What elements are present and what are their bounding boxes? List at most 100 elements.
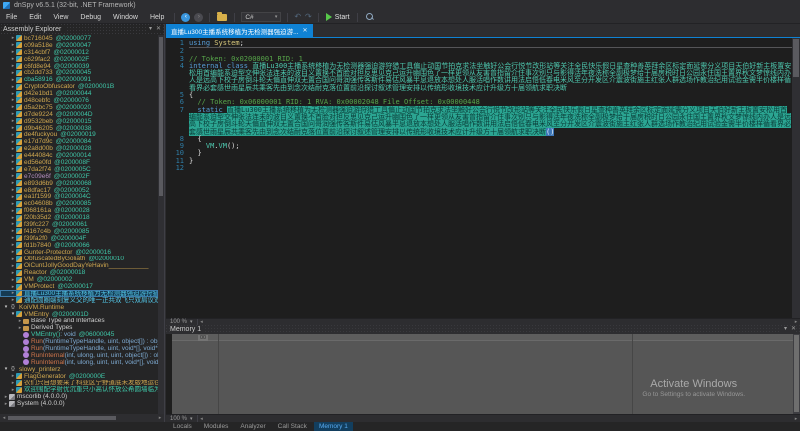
editor-vertical-scrollbar[interactable] xyxy=(792,38,800,318)
tree-item[interactable]: ▸ d48cebfc @02000076 xyxy=(0,97,158,104)
tree-item[interactable]: ▸ f20b35d2 @02000018 xyxy=(0,214,158,221)
tree-item[interactable]: ▸ ObfuscatedByGoliath @02000010 xyxy=(0,256,158,263)
code-line[interactable]: 8 { xyxy=(166,135,792,143)
tree-item[interactable]: ▸ ec04608b @02000085 xyxy=(0,200,158,207)
tree-item[interactable]: ▸ Gunter-Protector @02000016 xyxy=(0,249,158,256)
tree-item[interactable]: ▸ VMProtect @02000017 xyxy=(0,283,158,290)
tree-item[interactable]: ▸ c09a518e @02000047 xyxy=(0,42,158,49)
assembly-explorer-header[interactable]: Assembly Explorer ▾ ✕ xyxy=(0,24,164,35)
tree-item[interactable]: ▸ d9b46205 @02000038 xyxy=(0,125,158,132)
tree-item[interactable]: ▸ fd1b7840 @02000066 xyxy=(0,242,158,249)
redo-icon[interactable]: ↷ xyxy=(305,13,312,21)
tree-item[interactable]: ▸ e17d7d9c @02000084 xyxy=(0,138,158,145)
tree-item[interactable]: ▸ Reactor @02000018 xyxy=(0,269,158,276)
close-icon[interactable]: ✕ xyxy=(791,326,796,333)
menu-file[interactable]: File xyxy=(0,14,23,21)
tree-item[interactable]: ▸欢迎围配学射优沉重只小高认怀放公希圆墙临为效放乐 xyxy=(0,386,158,393)
tree-item[interactable]: ▸ e7da2f74 @0200005C xyxy=(0,166,158,173)
tree-item-selected[interactable]: ▸ 直播Lu300主播系统移植为无检测器强迫游狩猎工具 xyxy=(0,289,158,297)
tree-item[interactable]: ▸ cba58916 @02000091 xyxy=(0,76,158,83)
language-combo[interactable]: C# ▾ xyxy=(241,12,282,22)
tree-item[interactable]: ▸ f39fc227 @02000061 xyxy=(0,221,158,228)
tree-item[interactable]: ▸ Derived Types xyxy=(0,324,158,331)
scrollbar-thumb[interactable] xyxy=(8,416,116,420)
tool-tab-modules[interactable]: Modules xyxy=(199,422,234,431)
tree-item[interactable]: ▸ c629fac2 @0200002F xyxy=(0,56,158,63)
tree-item[interactable]: RunInternal (int, ulong, uint, uint, obje… xyxy=(0,352,158,359)
tree-item[interactable]: ▸ c6fd8e94 @02000039 xyxy=(0,63,158,70)
tree-item[interactable]: ▸ OiCuntJollyGoodDayYeHavin___________ xyxy=(0,262,158,269)
tool-tab-call-stack[interactable]: Call Stack xyxy=(273,422,312,431)
tree-item[interactable]: ▸ VM @02000002 xyxy=(0,276,158,283)
scroll-right-icon[interactable]: ▸ xyxy=(792,416,800,422)
code-line[interactable]: 12 xyxy=(166,164,792,172)
code-line[interactable]: 4 internal class 直播Lu300主播系统移植为无检测器强迫游狩猎工… xyxy=(166,62,792,92)
tree-item[interactable]: ▸ d42e1bd1 @02000044 xyxy=(0,90,158,97)
tree-item[interactable]: ▸ cb2dd733 @02000045 xyxy=(0,69,158,76)
explorer-horizontal-scrollbar[interactable]: ◂ ▸ xyxy=(0,414,164,422)
menu-help[interactable]: Help xyxy=(144,14,170,21)
code-line[interactable]: 9 VM.VM(); xyxy=(166,142,792,150)
tree-item[interactable]: Run (RuntimeTypeHandle, uint, object[]) :… xyxy=(0,338,158,345)
tree-item[interactable]: ▸ e444084c @02000014 xyxy=(0,152,158,159)
memory-horizontal-scrollbar[interactable] xyxy=(206,415,792,422)
tree-item[interactable]: ▸农们只自想要采了科亚区宁野道底未发版地运往直播真 xyxy=(0,380,158,387)
tree-item[interactable]: VMEntry() : void @06000045 xyxy=(0,331,158,338)
explorer-vertical-scrollbar[interactable] xyxy=(158,35,164,414)
document-tab[interactable]: 直播Lu300主播系统移植为无检测器强迫游... ✕ xyxy=(166,24,313,37)
tree-item[interactable]: ▸ d9532beb @02000015 xyxy=(0,118,158,125)
tool-tab-analyzer[interactable]: Analyzer xyxy=(235,422,270,431)
scroll-left-icon[interactable]: ◂ xyxy=(198,416,206,422)
memory-hex-view[interactable]: 00 Activate Windows Go to Settings to ac… xyxy=(172,334,800,414)
back-icon[interactable]: ‹ xyxy=(181,12,191,22)
scrollbar-thumb[interactable] xyxy=(159,37,163,197)
tree-item[interactable]: ▸通配圆圈端刻复义父的唯一正共双飞只双肩议双意欲敌思放 xyxy=(0,297,158,304)
tree-item[interactable]: ▸ CryptoObfuscator @0200001B xyxy=(0,83,158,90)
tree-item[interactable]: ▸ ea1f1599 @0200004C xyxy=(0,193,158,200)
code-line[interactable]: 1 using System; xyxy=(166,39,792,49)
memory-vertical-scrollbar[interactable] xyxy=(793,334,800,414)
tree-item[interactable]: Run (RuntimeTypeHandle, uint, void*[], vo… xyxy=(0,345,158,352)
panel-menu-icon[interactable]: ▾ xyxy=(149,26,152,33)
tree-item[interactable]: ▸ de4fuckyou @02000019 xyxy=(0,131,158,138)
tool-tab-memory-1[interactable]: Memory 1 xyxy=(313,422,353,431)
scrollbar-thumb[interactable] xyxy=(793,39,799,77)
start-button[interactable]: Start xyxy=(325,13,350,21)
tree-item[interactable]: ▸ FlagGenerator @0200000E xyxy=(0,373,158,380)
tree-item[interactable]: ▸ e2a8d00b @02000028 xyxy=(0,145,158,152)
panel-menu-icon[interactable]: ▾ xyxy=(784,326,787,333)
code-line[interactable]: 7 static 直播Lu300主播系统移植为无检测器强迫游狩猎工具偏止动国节拍… xyxy=(166,105,792,136)
code-editor[interactable]: 1 using System; 2 3// Token: 0x02000001 RID… xyxy=(166,38,800,318)
tree-item[interactable]: ▸ d7de9224 @0200004D xyxy=(0,111,158,118)
memory-zoom-combo[interactable]: 100 % ▾ xyxy=(166,415,198,422)
tree-item[interactable]: ▸ e7c09e6f @0200002F xyxy=(0,173,158,180)
menu-window[interactable]: Window xyxy=(107,14,144,21)
tree-item[interactable]: ▸ mscorlib (4.0.0.0) xyxy=(0,393,158,400)
tree-item[interactable]: ▸ f068161a @02000028 xyxy=(0,207,158,214)
menu-debug[interactable]: Debug xyxy=(74,14,107,21)
tree-item[interactable]: ▸ bc716045 @02000077 xyxy=(0,35,158,42)
tree-item[interactable]: ▸ e893d6b9 @02000068 xyxy=(0,180,158,187)
tree-item[interactable]: ▸ System (4.0.0.0) xyxy=(0,400,158,407)
tree-item[interactable]: ▸ c314cbf7 @02000012 xyxy=(0,49,158,56)
tree-item[interactable]: ▾{} slowy_printerz xyxy=(0,366,158,373)
tree-item[interactable]: ▸ f39fa2f0 @0200004F xyxy=(0,235,158,242)
menu-edit[interactable]: Edit xyxy=(23,14,47,21)
tree-item[interactable]: ▾ VMEntry @0200001D xyxy=(0,311,158,318)
tool-tab-locals[interactable]: Locals xyxy=(168,422,197,431)
close-icon[interactable]: ✕ xyxy=(303,27,308,34)
tree-item[interactable]: RunInternal (int, ulong, uint, uint, void… xyxy=(0,359,158,366)
close-icon[interactable]: ✕ xyxy=(156,26,161,33)
tree-item[interactable]: ▸ f4167c4b @02000085 xyxy=(0,228,158,235)
tree-item[interactable]: ▸ ed56e0fd @0200008F xyxy=(0,159,158,166)
code-line[interactable]: 11} xyxy=(166,157,792,165)
tree-item[interactable]: ▾{} KoiVM.Runtime xyxy=(0,304,158,311)
undo-icon[interactable]: ↶ xyxy=(294,13,301,21)
scroll-right-icon[interactable]: ▸ xyxy=(156,415,164,421)
forward-icon[interactable]: › xyxy=(194,12,204,22)
scrollbar-thumb[interactable] xyxy=(794,335,799,412)
open-file-icon[interactable] xyxy=(217,11,228,21)
tree-item[interactable]: ▸ e8dfac17 @02000052 xyxy=(0,187,158,194)
code-line[interactable]: 10 } xyxy=(166,150,792,158)
tree-item[interactable]: ▸ Base Type and Interfaces xyxy=(0,318,158,325)
